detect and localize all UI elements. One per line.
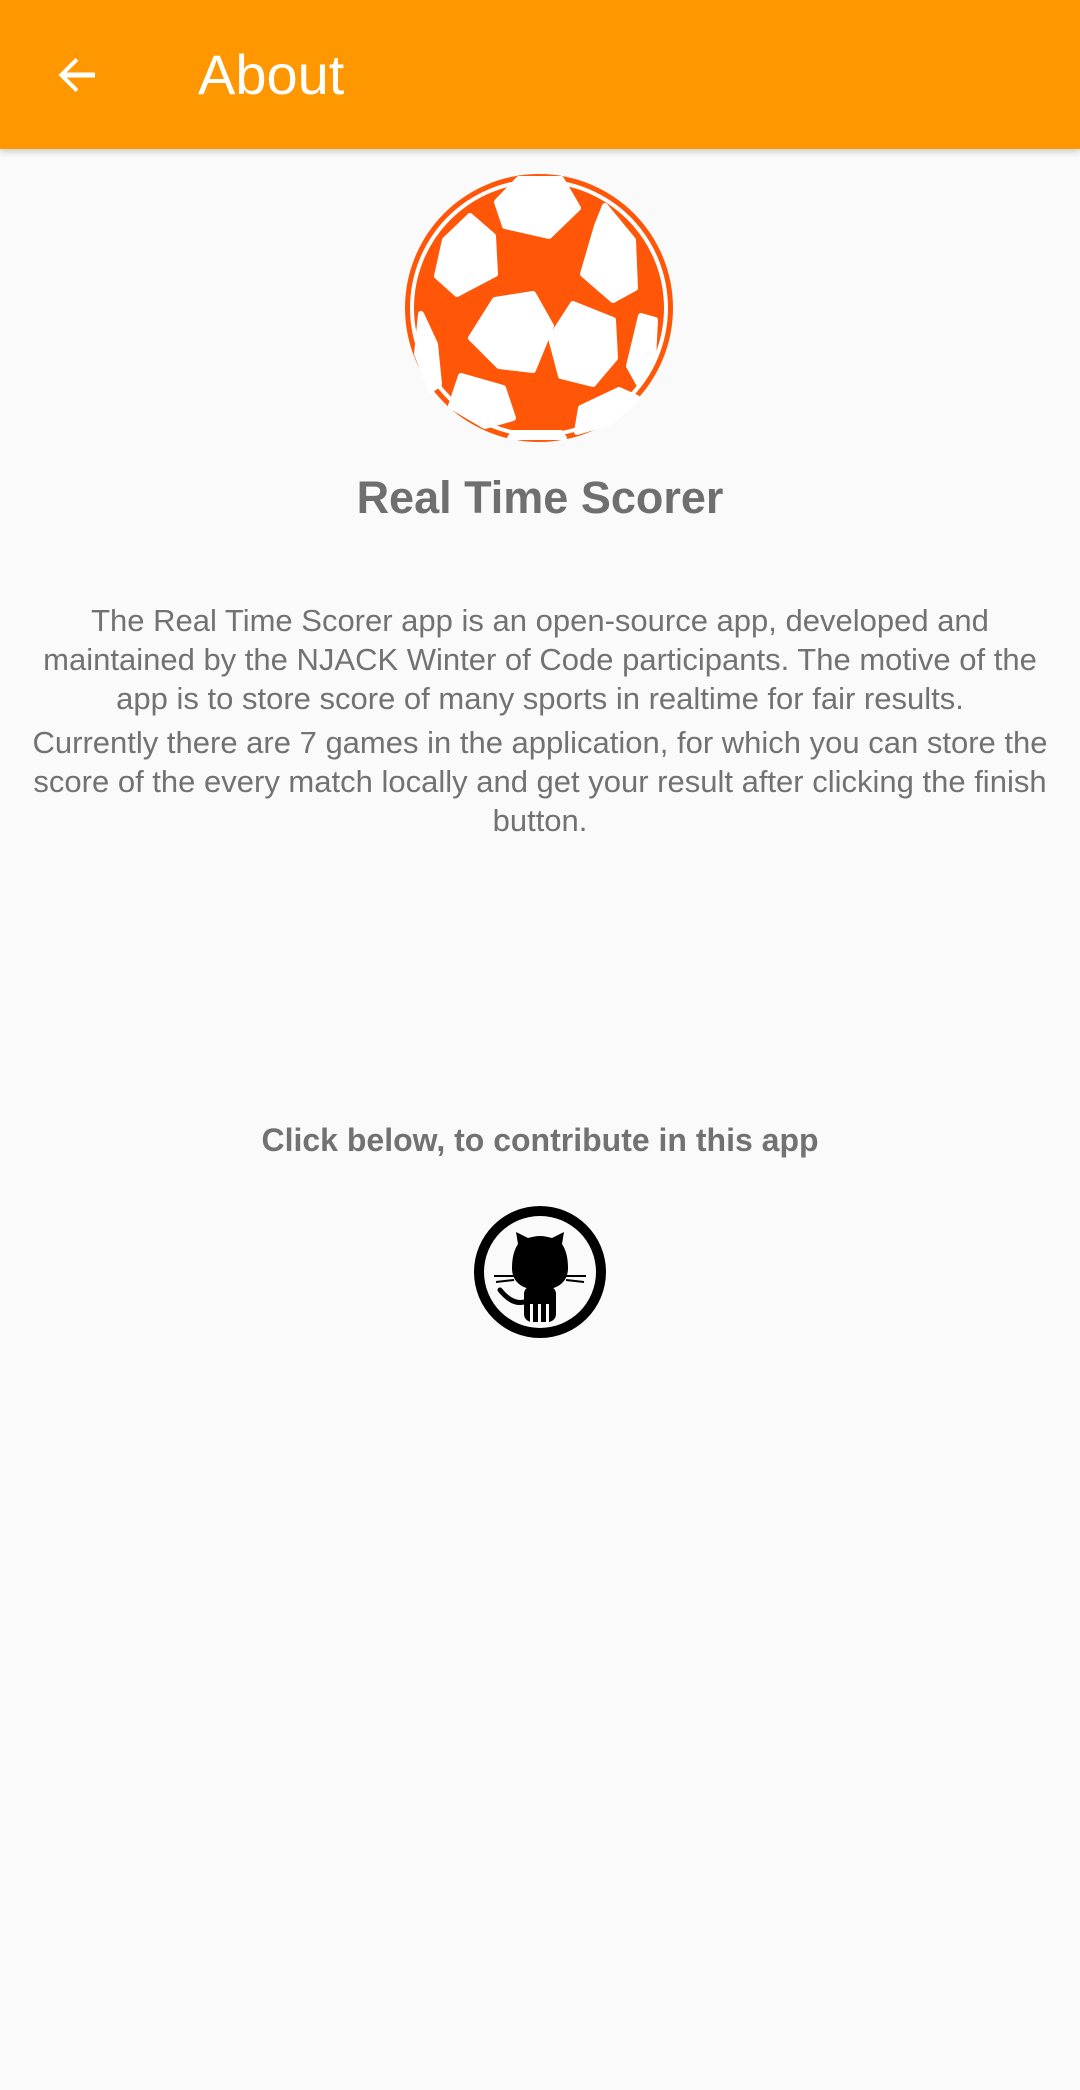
github-button[interactable] — [474, 1206, 606, 1338]
app-description: The Real Time Scorer app is an open-sour… — [24, 601, 1056, 840]
github-icon — [474, 1206, 606, 1338]
contribute-label: Click below, to contribute in this app — [261, 1122, 819, 1158]
back-button[interactable] — [36, 37, 118, 112]
description-paragraph: The Real Time Scorer app is an open-sour… — [43, 603, 1037, 716]
app-bar: About — [0, 0, 1080, 149]
description-paragraph: Currently there are 7 games in the appli… — [32, 725, 1048, 838]
arrow-back-icon — [58, 57, 95, 92]
app-name: Real Time Scorer — [356, 472, 724, 523]
soccer-ball-icon — [405, 174, 673, 442]
page-title: About — [198, 43, 345, 106]
